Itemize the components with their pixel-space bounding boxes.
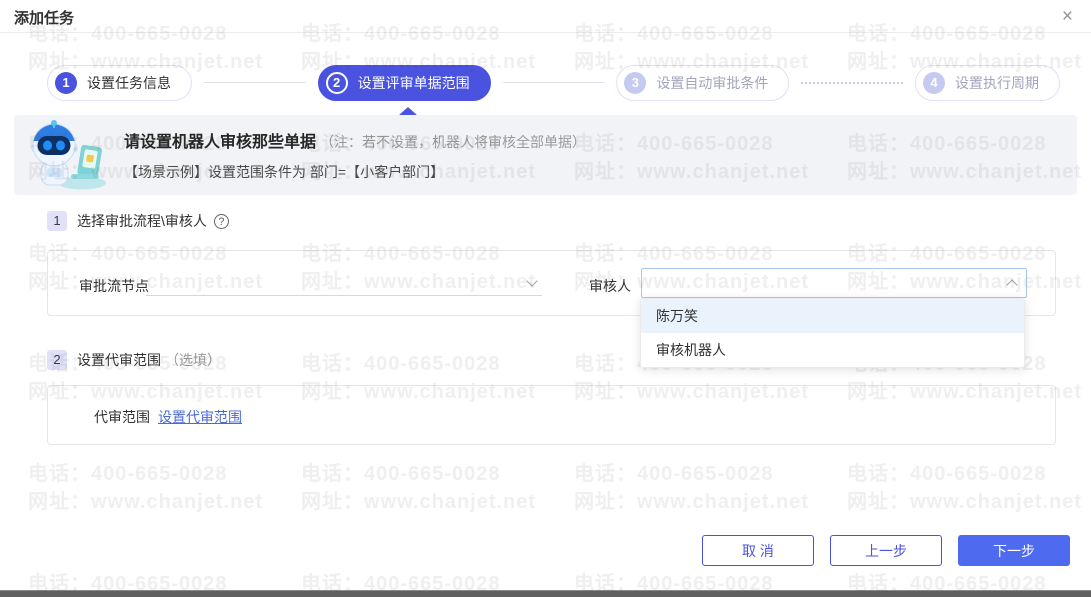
banner-title: 请设置机器人审核那些单据 <box>124 134 317 151</box>
section-2-optional-note: （选填） <box>165 352 221 368</box>
step-3-label: 设置自动审批条件 <box>656 74 769 91</box>
header-divider <box>0 32 1091 33</box>
flow-node-label: 审批流节点 <box>79 278 149 294</box>
step-4-schedule[interactable]: 4 设置执行周期 <box>915 64 1061 101</box>
step-2-review-scope[interactable]: 2 设置评审单据范围 <box>317 64 491 101</box>
step-4-number: 4 <box>923 71 946 94</box>
step-connector <box>204 82 306 83</box>
banner-note: （注：若不设置，机器人将审核全部单据） <box>320 134 587 150</box>
modal-title: 添加任务 <box>14 10 75 27</box>
delegate-scope-label: 代审范围 <box>94 409 150 425</box>
section-1-badge: 1 <box>47 211 67 231</box>
section-2-heading: 2 设置代审范围 （选填） <box>47 350 221 370</box>
step-2-label: 设置评审单据范围 <box>357 74 470 91</box>
step-1-number: 1 <box>55 71 77 94</box>
set-delegate-scope-link[interactable]: 设置代审范围 <box>158 407 242 427</box>
flow-node-select[interactable] <box>146 269 542 296</box>
hint-banner: 请设置机器人审核那些单据 （注：若不设置，机器人将审核全部单据） 【场景示例】设置… <box>14 115 1077 195</box>
prev-step-button[interactable]: 上一步 <box>830 535 942 566</box>
robot-icon <box>31 120 106 190</box>
step-3-number: 3 <box>624 71 647 94</box>
step-4-label: 设置执行周期 <box>955 74 1040 91</box>
delegate-scope-box: 代审范围 设置代审范围 <box>47 385 1056 445</box>
reviewer-option-robot[interactable]: 审核机器人 <box>641 333 1024 367</box>
chevron-down-icon <box>526 275 538 287</box>
footer-actions: 取 消 上一步 下一步 <box>702 535 1070 566</box>
reviewer-option-chenwanxiao[interactable]: 陈万笑 <box>641 299 1024 333</box>
reviewer-select-input[interactable] <box>641 268 1027 298</box>
step-3-auto-approval[interactable]: 3 设置自动审批条件 <box>616 64 790 101</box>
section-2-title: 设置代审范围 <box>77 352 161 368</box>
chevron-up-icon <box>1006 279 1018 291</box>
step-2-number: 2 <box>325 71 348 94</box>
reviewer-dropdown: 陈万笑 审核机器人 <box>640 298 1025 368</box>
section-2-badge: 2 <box>47 350 67 370</box>
banner-example: 【场景示例】设置范围条件为 部门=【小客户部门】 <box>124 164 445 180</box>
step-wizard: 1 设置任务信息 2 设置评审单据范围 3 设置自动审批条件 4 设置执行周期 <box>47 64 1061 101</box>
section-1-heading: 1 选择审批流程\审核人 ? <box>47 211 229 231</box>
banner-text: 请设置机器人审核那些单据 （注：若不设置，机器人将审核全部单据） 【场景示例】设置… <box>124 128 586 182</box>
step-1-task-info[interactable]: 1 设置任务信息 <box>47 64 192 101</box>
step-1-label: 设置任务信息 <box>87 74 171 91</box>
step-connector <box>502 82 605 83</box>
cancel-button[interactable]: 取 消 <box>702 535 814 566</box>
step-connector-dotted <box>801 81 904 84</box>
close-icon[interactable]: × <box>1062 6 1073 28</box>
help-icon[interactable]: ? <box>213 213 229 229</box>
section-1-title: 选择审批流程\审核人 <box>77 213 207 229</box>
next-step-button[interactable]: 下一步 <box>958 535 1070 566</box>
window-bottom-edge <box>0 590 1091 597</box>
reviewer-label: 审核人 <box>589 278 631 294</box>
add-task-modal: 添加任务 × 1 设置任务信息 2 设置评审单据范围 3 设置自动审批条件 4 … <box>0 0 1091 597</box>
